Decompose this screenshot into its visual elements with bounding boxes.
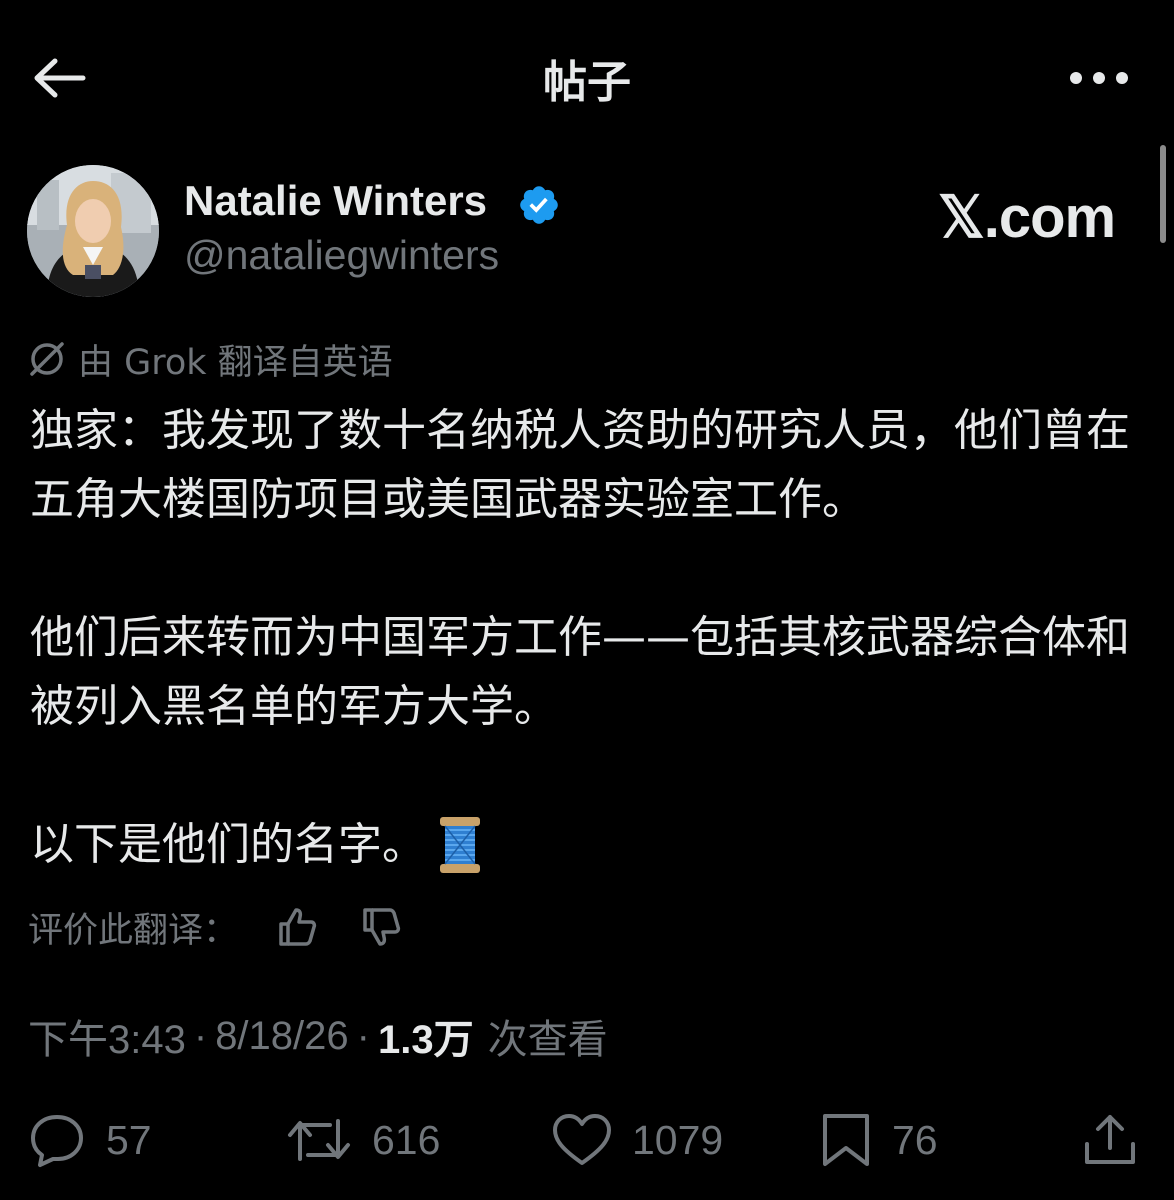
page-title: 帖子 [543,57,631,108]
translation-notice-text: 由 Grok 翻译自英语 [78,342,393,383]
author-name[interactable]: Natalie Winters [184,177,487,225]
reply-count: 57 [106,1116,152,1163]
translation-notice: 由 Grok 翻译自英语 [28,334,393,384]
avatar-image [27,165,159,297]
meta-separator: · [356,1013,370,1058]
x-com-watermark: 𝕏.com [938,185,1116,250]
top-navigation-bar: 帖子 [0,0,1174,150]
repost-count: 616 [372,1116,441,1163]
back-button[interactable] [28,50,90,106]
thumbs-down-icon [363,908,401,946]
share-button[interactable] [1082,1110,1138,1170]
rate-translation-row: 评价此翻译： [28,900,408,954]
thread-spool-icon [440,816,480,873]
translate-icon [30,342,64,376]
bookmark-icon [823,1114,869,1166]
more-horizontal-icon [1070,72,1128,84]
rate-translation-label: 评价此翻译： [28,910,239,951]
like-count: 1079 [632,1116,724,1163]
thumbs-up-icon [279,908,317,946]
reply-icon [31,1115,83,1167]
repost-icon [288,1119,350,1161]
arrow-left-icon [34,58,86,98]
thumbs-down-button[interactable] [354,900,408,954]
bookmark-button[interactable]: 76 [820,1110,938,1170]
heart-icon [553,1114,611,1165]
thumbs-up-button[interactable] [270,900,324,954]
post-meta: 下午3:43 · 8/18/26 · 1.3万 次查看 [28,1007,608,1065]
post-time[interactable]: 下午3:43 [28,1007,186,1065]
post-paragraph-1: 独家：我发现了数十名纳税人资助的研究人员，他们曾在五角大楼国防项目或美国武器实验… [30,405,1130,525]
post-paragraph-2: 他们后来转而为中国军方工作——包括其核武器综合体和被列入黑名单的军方大学。 [30,612,1130,732]
post-paragraph-3-row: 以下是他们的名字。 [30,810,1155,879]
verified-badge-icon [520,186,558,224]
avatar[interactable] [27,165,159,297]
like-button[interactable]: 1079 [552,1110,723,1170]
bookmark-count: 76 [892,1116,938,1163]
post-text: 独家：我发现了数十名纳税人资助的研究人员，他们曾在五角大楼国防项目或美国武器实验… [30,396,1155,879]
meta-separator: · [193,1013,208,1058]
reply-button[interactable]: 57 [28,1110,152,1170]
more-options-button[interactable] [1064,55,1134,101]
view-count-label: 次查看 [487,1018,608,1062]
post-paragraph-3: 以下是他们的名字。 [30,819,426,870]
post-date[interactable]: 8/18/26 [215,1014,348,1059]
share-icon [1085,1115,1135,1164]
author-handle[interactable]: @nataliegwinters [184,232,499,279]
repost-button[interactable]: 616 [286,1110,440,1170]
view-count: 1.3万 [377,1018,474,1062]
scrollbar[interactable] [1160,145,1166,243]
